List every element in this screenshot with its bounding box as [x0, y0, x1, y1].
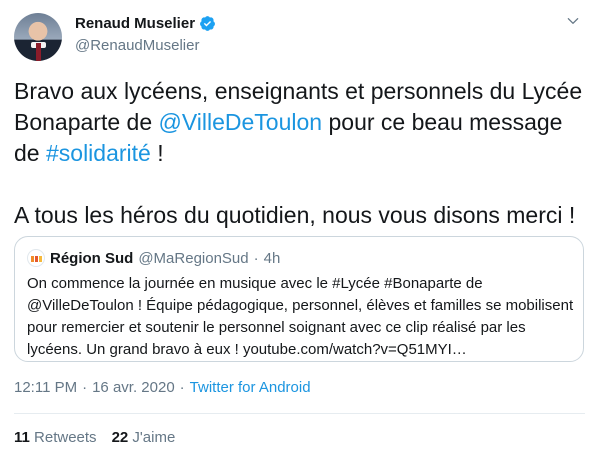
separator-dot: ·: [253, 249, 259, 267]
author-name-row[interactable]: Renaud Muselier: [75, 15, 216, 32]
tweet-card: Renaud Muselier @RenaudMuselier Bravo au…: [0, 0, 599, 460]
quoted-author-handle: @MaRegionSud: [138, 249, 249, 267]
quoted-tweet-line: @VilleDeToulon ! Équipe pédagogique, per…: [27, 297, 574, 314]
quoted-tweet[interactable]: Région Sud @MaRegionSud · 4h On commence…: [14, 236, 584, 362]
separator-dot: ·: [179, 379, 185, 396]
separator-dot: ·: [82, 379, 88, 396]
quoted-tweet-line: lycéens. Un grand bravo à eux ! youtube.…: [27, 341, 467, 358]
tweet-text-segment: !: [150, 140, 164, 166]
verified-badge-icon: [200, 16, 215, 31]
likes-label: J'aime: [132, 429, 176, 446]
avatar-bar: [39, 256, 42, 262]
likes-stat[interactable]: 22 J'aime: [112, 429, 176, 446]
tweet-meta: 12:11 PM · 16 avr. 2020 · Twitter for An…: [14, 379, 311, 396]
avatar-tie: [36, 43, 41, 61]
retweets-label: Retweets: [34, 429, 97, 446]
hashtag-link[interactable]: #solidarité: [46, 140, 151, 166]
tweet-text-segment: Bravo aux lycéens, enseignants et person…: [14, 78, 583, 104]
tweet-source-link[interactable]: Twitter for Android: [190, 379, 311, 396]
author-display-name[interactable]: Renaud Muselier: [75, 15, 195, 32]
quoted-tweet-line: On commence la journée en musique avec l…: [27, 275, 483, 292]
avatar-bar: [31, 256, 34, 262]
tweet-time[interactable]: 12:11 PM: [14, 379, 77, 396]
tweet-text-segment: pour ce beau message: [322, 109, 563, 135]
quoted-author-avatar: [27, 249, 45, 267]
tweet-line: de #solidarité !: [14, 138, 584, 169]
mention-link[interactable]: @VilleDeToulon: [159, 109, 323, 135]
quoted-tweet-text: On commence la journée en musique avec l…: [27, 273, 575, 361]
retweets-count: 11: [14, 429, 30, 446]
tweet-line: A tous les héros du quotidien, nous vous…: [14, 200, 584, 231]
quoted-tweet-header: Région Sud @MaRegionSud · 4h: [27, 249, 280, 267]
tweet-date[interactable]: 16 avr. 2020: [92, 379, 175, 396]
tweet-text-segment: de: [14, 140, 46, 166]
chevron-down-icon[interactable]: [566, 14, 580, 28]
author-avatar[interactable]: [14, 13, 62, 61]
tweet-line: Bonaparte de @VilleDeToulon pour ce beau…: [14, 107, 584, 138]
quoted-tweet-line: pour remercier et soutenir le personnel …: [27, 319, 526, 336]
tweet-line: Bravo aux lycéens, enseignants et person…: [14, 76, 584, 107]
retweets-stat[interactable]: 11 Retweets: [14, 429, 97, 446]
divider: [14, 413, 585, 414]
tweet-text: Bravo aux lycéens, enseignants et person…: [14, 76, 584, 231]
tweet-text-segment: Bonaparte de: [14, 109, 159, 135]
author-handle[interactable]: @RenaudMuselier: [75, 37, 199, 54]
likes-count: 22: [111, 429, 129, 446]
avatar-bar: [35, 256, 38, 262]
tweet-stats: 11 Retweets 22 J'aime: [14, 429, 175, 446]
quoted-tweet-time: 4h: [263, 249, 281, 267]
quoted-author-name: Région Sud: [50, 249, 134, 267]
tweet-text-segment: A tous les héros du quotidien, nous vous…: [14, 202, 576, 228]
